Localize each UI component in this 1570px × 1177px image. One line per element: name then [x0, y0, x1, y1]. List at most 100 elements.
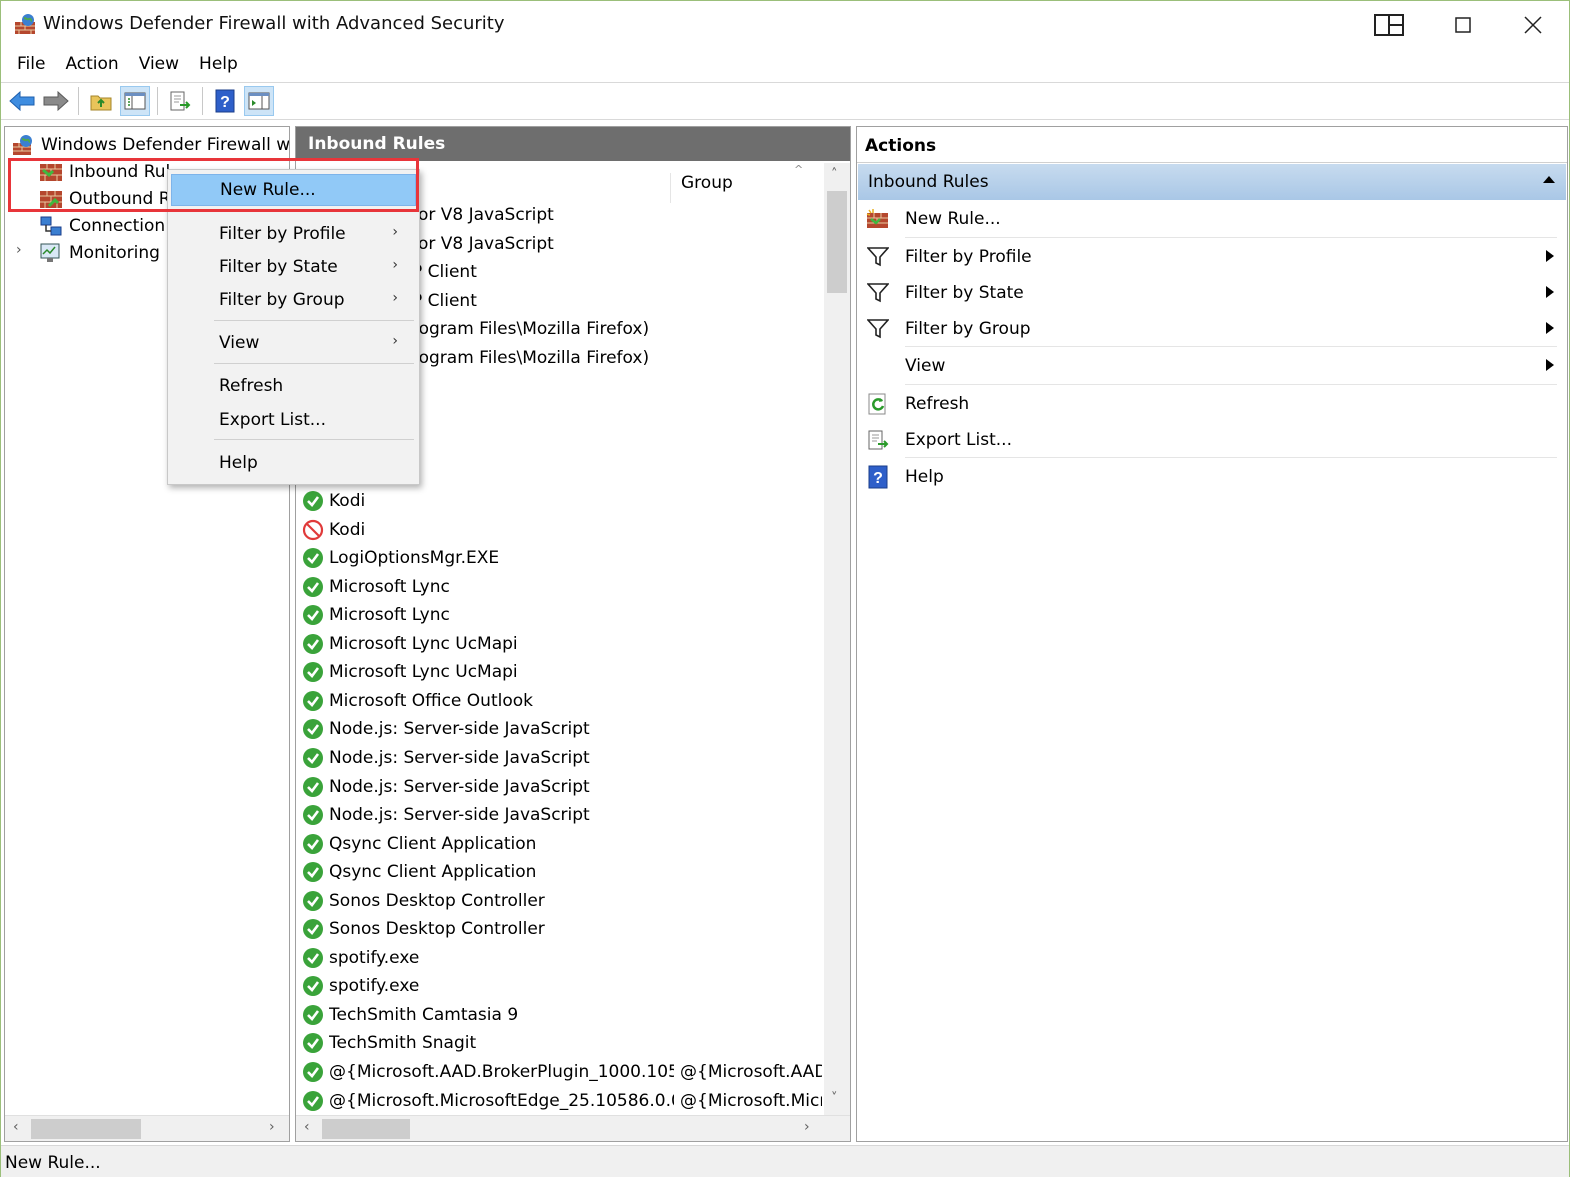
action-filter-by-state[interactable]: Filter by State: [865, 275, 1561, 311]
table-row[interactable]: TechSmith Snagit: [302, 1029, 822, 1057]
rule-name: @{Microsoft.AAD.BrokerPlugin_1000.10586.…: [329, 1062, 674, 1082]
collapse-up-icon[interactable]: [1542, 174, 1556, 184]
action-label: New Rule...: [905, 209, 1001, 229]
submenu-arrow-icon: [1546, 359, 1554, 371]
table-row[interactable]: Node.js: Server-side JavaScript: [302, 801, 822, 829]
table-row[interactable]: Microsoft Lync: [302, 573, 822, 601]
back-button[interactable]: [7, 86, 37, 116]
scroll-left-icon[interactable]: ‹: [13, 1119, 19, 1135]
partial-rule-row[interactable]: P Client: [412, 262, 477, 282]
partial-rule-row[interactable]: rogram Files\Mozilla Firefox): [412, 319, 649, 339]
scroll-right-icon[interactable]: ›: [269, 1119, 275, 1135]
table-row[interactable]: spotify.exe: [302, 972, 822, 1000]
context-menu-label: Filter by State: [219, 257, 338, 277]
partial-rule-row[interactable]: for V8 JavaScript: [412, 234, 554, 254]
action-filter-by-group[interactable]: Filter by Group: [865, 311, 1561, 347]
allow-check-icon: [303, 719, 323, 740]
table-row[interactable]: Microsoft Office Outlook: [302, 687, 822, 715]
context-menu-refresh[interactable]: Refresh: [171, 370, 416, 402]
table-row[interactable]: TechSmith Camtasia 9: [302, 1001, 822, 1029]
partial-rule-row[interactable]: rogram Files\Mozilla Firefox): [412, 348, 649, 368]
export-list-button[interactable]: [165, 86, 195, 116]
menu-view[interactable]: View: [129, 50, 189, 80]
context-menu-help[interactable]: Help: [171, 447, 416, 479]
submenu-arrow-icon: [1546, 250, 1554, 262]
table-row[interactable]: Qsync Client Application: [302, 858, 822, 886]
menu-help[interactable]: Help: [189, 50, 248, 80]
action-separator: [905, 457, 1557, 458]
tree-item-connection-security[interactable]: Connection S: [39, 212, 169, 239]
action-filter-by-profile[interactable]: Filter by Profile: [865, 239, 1561, 275]
action-help[interactable]: ? Help: [865, 459, 1561, 495]
context-menu-view[interactable]: View ›: [171, 327, 416, 359]
scroll-left-icon[interactable]: ‹: [304, 1119, 310, 1135]
table-row[interactable]: Node.js: Server-side JavaScript: [302, 744, 822, 772]
scroll-thumb[interactable]: [322, 1119, 410, 1139]
list-vertical-scrollbar[interactable]: ˄ ˅: [824, 163, 850, 1115]
action-export-list[interactable]: Export List...: [865, 422, 1561, 458]
help-button[interactable]: ?: [210, 86, 240, 116]
context-menu-new-rule[interactable]: New Rule...: [171, 174, 416, 206]
action-new-rule[interactable]: New Rule...: [865, 201, 1561, 237]
allow-check-icon: [303, 576, 323, 597]
inbound-rules-icon: [40, 163, 62, 181]
rule-group: @{Microsoft.AAD.B: [680, 1062, 822, 1082]
maximize-icon: [1455, 17, 1471, 33]
context-menu-filter-by-profile[interactable]: Filter by Profile ›: [171, 218, 416, 250]
partial-rule-row[interactable]: P Client: [412, 291, 477, 311]
column-header-group[interactable]: Group: [670, 173, 733, 203]
list-horizontal-scrollbar[interactable]: ‹ ›: [296, 1115, 850, 1141]
actions-section-inbound-rules[interactable]: Inbound Rules: [858, 164, 1566, 200]
show-hide-action-pane-button[interactable]: [244, 86, 274, 116]
tree-item-monitoring[interactable]: Monitoring: [39, 239, 169, 266]
maximize-button[interactable]: [1443, 9, 1483, 41]
table-row[interactable]: Microsoft Lync UcMapi: [302, 630, 822, 658]
context-menu-filter-by-group[interactable]: Filter by Group ›: [171, 284, 416, 316]
action-label: Export List...: [905, 430, 1012, 450]
scroll-up-icon[interactable]: ˄: [831, 167, 838, 182]
menu-file[interactable]: File: [7, 50, 55, 80]
rule-name: Kodi: [329, 491, 366, 511]
table-row[interactable]: Kodi: [302, 516, 822, 544]
table-row[interactable]: Sonos Desktop Controller: [302, 915, 822, 943]
scroll-down-icon[interactable]: ˅: [831, 1091, 838, 1106]
scroll-thumb[interactable]: [31, 1119, 141, 1139]
context-menu-label: View: [219, 333, 260, 353]
close-button[interactable]: [1513, 9, 1553, 41]
table-row[interactable]: Kodi: [302, 487, 822, 515]
snap-layout-button[interactable]: [1369, 9, 1409, 41]
scroll-thumb[interactable]: [827, 191, 847, 293]
expand-arrow-icon[interactable]: ›: [16, 242, 22, 258]
context-menu-filter-by-state[interactable]: Filter by State ›: [171, 251, 416, 283]
allow-check-icon: [303, 890, 323, 911]
show-hide-console-tree-button[interactable]: [120, 86, 150, 116]
filter-icon: [867, 319, 889, 339]
table-row[interactable]: spotify.exe: [302, 944, 822, 972]
table-row[interactable]: Microsoft Lync: [302, 601, 822, 629]
action-refresh[interactable]: Refresh: [865, 386, 1561, 422]
table-row[interactable]: Node.js: Server-side JavaScript: [302, 715, 822, 743]
table-row[interactable]: @{Microsoft.MicrosoftEdge_25.10586.0.0_.…: [302, 1087, 822, 1115]
table-row[interactable]: Node.js: Server-side JavaScript: [302, 773, 822, 801]
tree-item-outbound-rules[interactable]: Outbound R: [39, 185, 169, 212]
menu-action[interactable]: Action: [55, 50, 128, 80]
action-label: View: [905, 356, 946, 376]
table-row[interactable]: LogiOptionsMgr.EXE: [302, 544, 822, 572]
up-folder-button[interactable]: [86, 86, 116, 116]
scroll-right-icon[interactable]: ›: [804, 1119, 810, 1135]
action-view[interactable]: View: [865, 348, 1561, 384]
tree-root[interactable]: Windows Defender Firewall with: [11, 131, 289, 158]
table-row[interactable]: Microsoft Lync UcMapi: [302, 658, 822, 686]
table-row[interactable]: Qsync Client Application: [302, 830, 822, 858]
table-row[interactable]: Sonos Desktop Controller: [302, 887, 822, 915]
table-row[interactable]: @{Microsoft.AAD.BrokerPlugin_1000.10586.…: [302, 1058, 822, 1086]
new-rule-icon: [866, 209, 888, 228]
allow-check-icon: [303, 747, 323, 768]
forward-button[interactable]: [41, 86, 71, 116]
partial-rule-row[interactable]: for V8 JavaScript: [412, 205, 554, 225]
window-title: Windows Defender Firewall with Advanced …: [43, 13, 505, 34]
context-menu-separator: [214, 320, 414, 321]
action-label: Filter by State: [905, 283, 1024, 303]
context-menu-export-list[interactable]: Export List...: [171, 404, 416, 436]
tree-horizontal-scrollbar[interactable]: ‹ ›: [5, 1115, 289, 1141]
